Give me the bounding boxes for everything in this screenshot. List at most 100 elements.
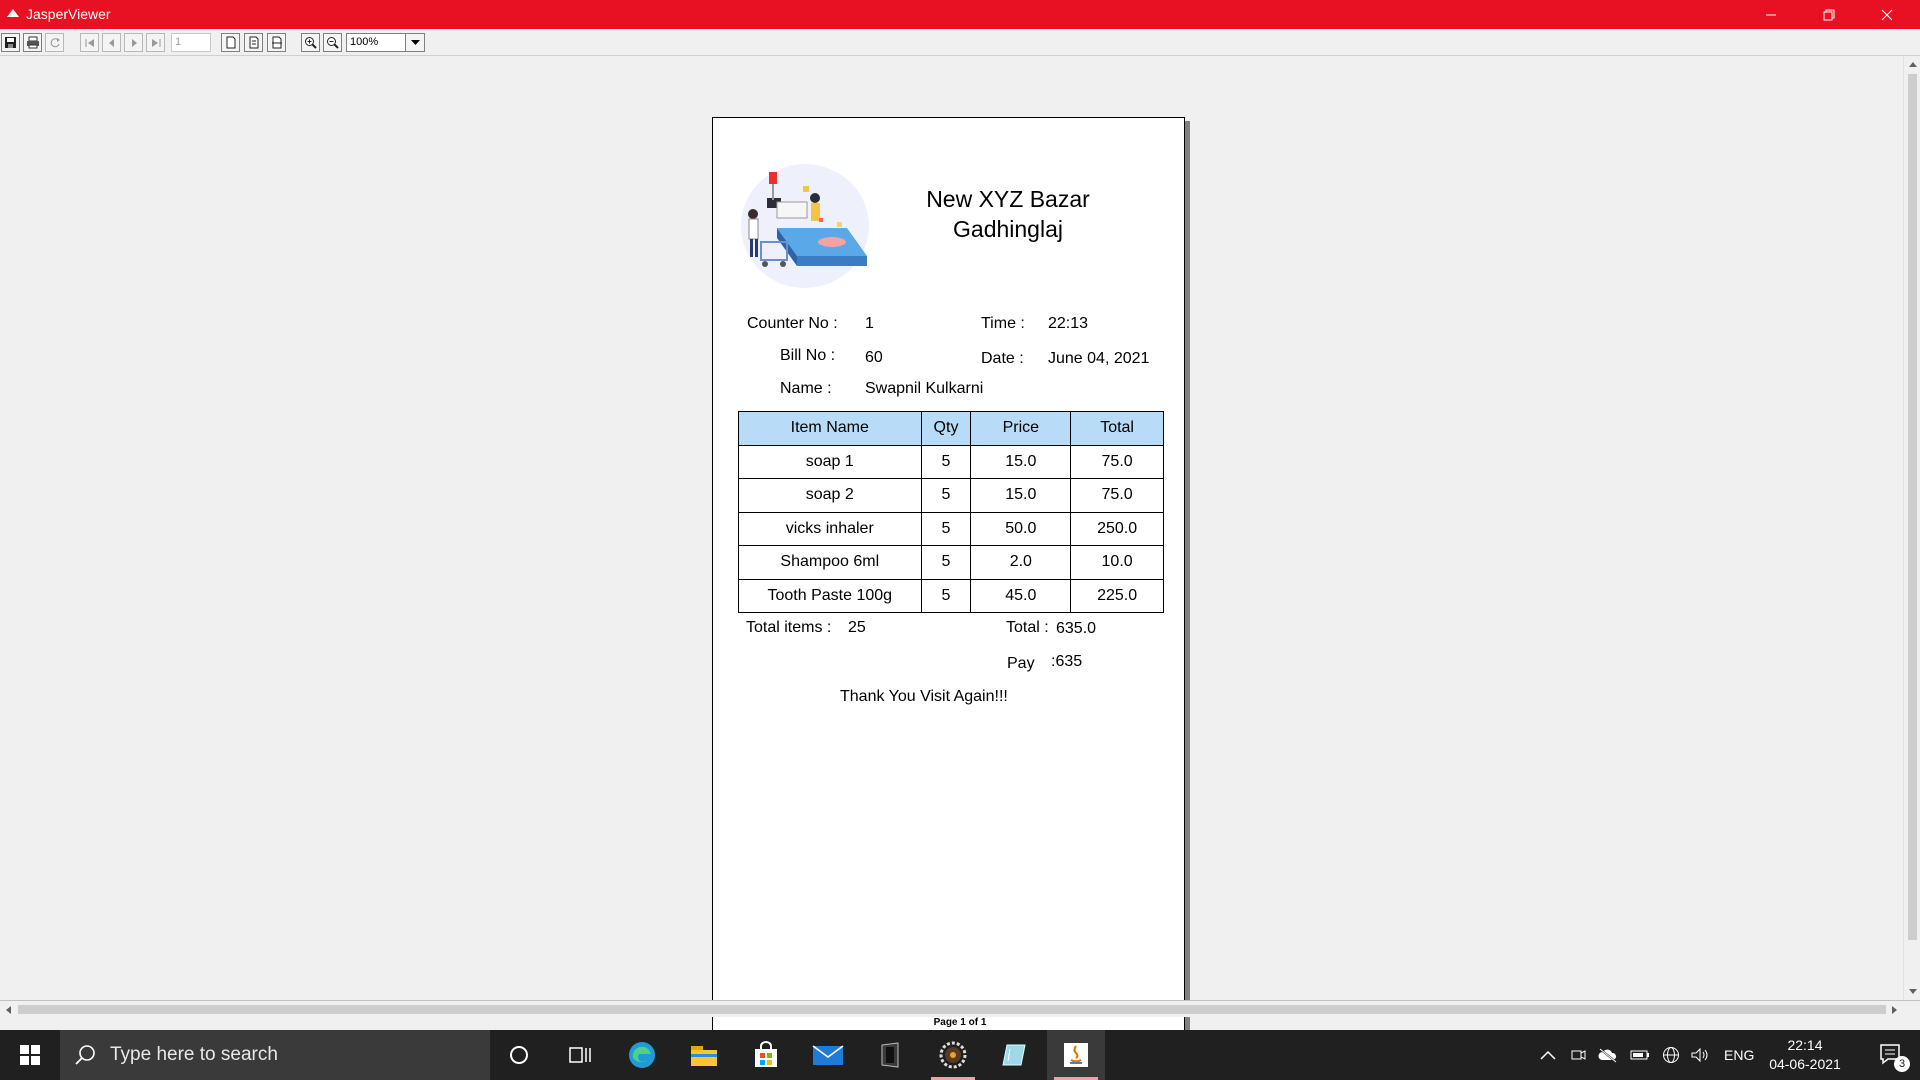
store-name: New XYZ Bazar	[926, 186, 1090, 212]
taskbar-file-explorer[interactable]	[675, 1030, 733, 1080]
report-viewport: New XYZ Bazar Gadhinglaj Counter No : 1 …	[0, 56, 1920, 1058]
actual-size-button[interactable]	[221, 33, 240, 52]
taskbar-java[interactable]	[1047, 1030, 1105, 1080]
title-bar: JasperViewer	[0, 0, 1920, 29]
taskbar-edge[interactable]	[613, 1030, 671, 1080]
restore-button[interactable]	[1800, 0, 1858, 29]
clock-date: 04-06-2021	[1769, 1056, 1841, 1072]
task-view-button[interactable]	[551, 1030, 609, 1080]
horizontal-scroll-thumb[interactable]	[18, 1005, 1886, 1014]
notification-count-badge: 3	[1894, 1056, 1910, 1072]
windows-taskbar: Type here to search ENG 22:14 04-06-2021…	[0, 1030, 1920, 1080]
counter-label: Counter No :	[747, 315, 838, 332]
total-cell: 75.0	[1070, 478, 1164, 513]
save-button[interactable]	[1, 33, 20, 52]
scroll-right-icon[interactable]	[1886, 1001, 1903, 1018]
gear-app-icon	[939, 1041, 967, 1069]
chevron-down-icon[interactable]	[405, 34, 424, 51]
column-header-price: Price	[970, 411, 1072, 446]
dark-app-icon	[881, 1042, 899, 1068]
restore-icon	[1823, 9, 1835, 20]
customer-name: Swapnil Kulkarni	[865, 380, 984, 397]
zoom-out-icon	[327, 37, 339, 49]
store-header: New XYZ Bazar Gadhinglaj	[883, 184, 1133, 244]
taskbar-app-dark[interactable]	[861, 1030, 919, 1080]
total-cell: 75.0	[1070, 444, 1164, 479]
start-button[interactable]	[0, 1030, 60, 1080]
store-city: Gadhinglaj	[953, 216, 1063, 242]
first-page-button[interactable]	[80, 33, 99, 52]
item-name-cell: soap 2	[738, 478, 922, 513]
bill-value: 60	[865, 349, 883, 366]
zoom-in-button[interactable]	[301, 33, 320, 52]
name-label: Name :	[780, 380, 832, 397]
close-button[interactable]	[1858, 0, 1916, 29]
taskbar-app-glass[interactable]	[985, 1030, 1043, 1080]
cortana-button[interactable]	[490, 1030, 548, 1080]
date-label: Date :	[981, 350, 1024, 367]
horizontal-scrollbar[interactable]	[0, 1000, 1920, 1017]
jasper-app-icon	[7, 9, 19, 17]
next-page-button[interactable]	[124, 33, 143, 52]
qty-cell: 5	[920, 511, 972, 546]
minimize-button[interactable]	[1742, 0, 1800, 29]
taskbar-search-box[interactable]: Type here to search	[60, 1030, 490, 1080]
show-hidden-icons-icon[interactable]	[1540, 1049, 1556, 1061]
store-logo-illustration	[741, 164, 869, 288]
fit-page-button[interactable]	[244, 33, 263, 52]
bill-label: Bill No :	[780, 347, 836, 364]
table-row: Shampoo 6ml 5 2.0 10.0	[738, 545, 1164, 580]
total-cell: 225.0	[1070, 578, 1164, 613]
page-number-input[interactable]: 1	[171, 33, 211, 52]
battery-icon[interactable]	[1630, 1049, 1650, 1061]
last-page-icon	[151, 38, 160, 47]
store-bag-icon	[755, 1041, 777, 1067]
clock-time: 22:14	[1787, 1037, 1823, 1053]
edge-browser-icon	[629, 1042, 655, 1068]
close-icon	[1881, 9, 1893, 20]
vertical-scroll-thumb[interactable]	[1908, 74, 1917, 940]
fit-width-button[interactable]	[267, 33, 286, 52]
print-button[interactable]	[23, 33, 42, 52]
scroll-left-icon[interactable]	[0, 1001, 17, 1018]
counter-value: 1	[865, 315, 874, 332]
reload-icon	[50, 37, 60, 47]
table-header-row: Item Name Qty Price Total	[738, 411, 1164, 446]
taskbar-store[interactable]	[737, 1030, 795, 1080]
previous-page-button[interactable]	[102, 33, 121, 52]
total-value: 635.0	[1056, 620, 1097, 637]
reload-button[interactable]	[45, 33, 64, 52]
taskbar-mail[interactable]	[799, 1030, 857, 1080]
onedrive-icon[interactable]	[1598, 1047, 1618, 1063]
taskbar-clock[interactable]: 22:14 04-06-2021	[1760, 1036, 1850, 1074]
item-name-cell: Tooth Paste 100g	[738, 578, 922, 613]
zoom-out-button[interactable]	[323, 33, 342, 52]
print-icon	[26, 36, 39, 49]
column-header-qty: Qty	[920, 411, 972, 446]
scroll-up-icon[interactable]	[1904, 56, 1920, 73]
vertical-scrollbar[interactable]	[1903, 56, 1920, 1000]
first-page-icon	[85, 38, 94, 47]
volume-icon[interactable]	[1690, 1047, 1710, 1063]
previous-page-icon	[108, 38, 114, 47]
price-cell: 45.0	[970, 578, 1072, 613]
java-icon	[1064, 1043, 1088, 1067]
zoom-select[interactable]: 100%	[346, 33, 425, 52]
table-row: soap 1 5 15.0 75.0	[738, 444, 1164, 479]
total-items-value: 25	[848, 619, 866, 636]
window-title: JasperViewer	[26, 6, 111, 22]
table-row: soap 2 5 15.0 75.0	[738, 478, 1164, 513]
taskbar-app-gear[interactable]	[924, 1030, 982, 1080]
notification-center-button[interactable]: 3	[1862, 1030, 1920, 1080]
total-cell: 250.0	[1070, 511, 1164, 546]
minimize-icon	[1766, 14, 1776, 15]
table-row: vicks inhaler 5 50.0 250.0	[738, 511, 1164, 546]
qty-cell: 5	[920, 578, 972, 613]
glass-app-icon	[1002, 1044, 1026, 1066]
last-page-button[interactable]	[146, 33, 165, 52]
input-language[interactable]: ENG	[1724, 1047, 1754, 1063]
scroll-down-icon[interactable]	[1904, 983, 1920, 1000]
meet-now-icon[interactable]	[1570, 1047, 1586, 1063]
network-globe-icon[interactable]	[1662, 1046, 1680, 1064]
task-view-icon	[569, 1047, 591, 1063]
